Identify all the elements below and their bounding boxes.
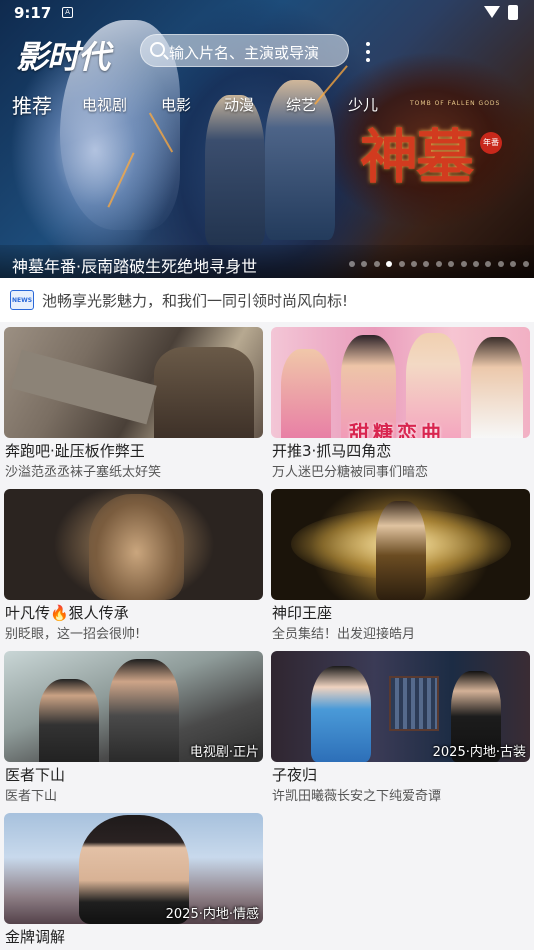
category-tabs: 推荐 电视剧 电影 动漫 综艺 少儿	[0, 90, 534, 120]
video-title: 医者下山	[5, 766, 66, 784]
hero-caption-bar: 神墓年番·辰南踏破生死绝地寻身世	[0, 245, 534, 278]
wifi-icon	[484, 6, 500, 18]
announcement-bar[interactable]: NEWS 池畅享光影魅力，和我们一同引领时尚风向标!	[0, 278, 534, 322]
tab-movies[interactable]: 电影	[161, 94, 191, 115]
carousel-dot[interactable]	[398, 261, 405, 267]
search-input[interactable]: 输入片名、主演或导演	[140, 34, 349, 67]
status-bar: 9:17 A	[0, 0, 534, 26]
thumb-figure	[109, 659, 179, 762]
thumb-figure	[154, 347, 254, 438]
status-time: 9:17	[14, 4, 52, 22]
tab-tv-series[interactable]: 电视剧	[82, 94, 127, 115]
news-icon: NEWS	[10, 290, 34, 310]
app-screen: TOMB OF FALLEN GODS 神墓 年番 9:17 A 影时代 输入片…	[0, 0, 534, 950]
video-card[interactable]: 2025·内地·古装 子夜归 许凯田曦薇长安之下纯爱奇谭	[271, 651, 530, 806]
video-thumbnail[interactable]	[4, 489, 263, 600]
video-thumbnail[interactable]: 2025·内地·情感	[4, 813, 263, 924]
video-title: 神印王座	[272, 604, 333, 622]
tab-recommend[interactable]: 推荐	[12, 90, 52, 119]
tab-kids[interactable]: 少儿	[348, 94, 378, 115]
video-card[interactable]: 2025·内地·情感 金牌调解	[4, 813, 263, 950]
video-subtitle: 医者下山	[5, 789, 58, 804]
thumb-face	[89, 494, 184, 600]
video-card[interactable]: 奔跑吧·趾压板作弊王 沙溢范丞丞袜子塞纸太好笑	[4, 327, 263, 482]
carousel-dot[interactable]	[361, 261, 368, 267]
carousel-dot[interactable]	[448, 261, 455, 267]
hero-banner[interactable]: TOMB OF FALLEN GODS 神墓 年番 9:17 A 影时代 输入片…	[0, 0, 534, 278]
video-title: 叶凡传🔥狠人传承	[5, 604, 129, 622]
announcement-text: 池畅享光影魅力，和我们一同引领时尚风向标!	[42, 292, 349, 310]
video-subtitle: 别眨眼，这一招会很帅!	[5, 627, 141, 642]
search-placeholder: 输入片名、主演或导演	[169, 44, 320, 62]
hero-art-title-text: 神墓	[360, 123, 474, 191]
thumb-figure	[376, 501, 426, 600]
tab-variety[interactable]: 综艺	[286, 94, 316, 115]
carousel-dot[interactable]	[522, 261, 529, 267]
video-title: 开推3·抓马四角恋	[272, 442, 392, 460]
carousel-dot[interactable]	[497, 261, 504, 267]
hero-caption: 神墓年番·辰南踏破生死绝地寻身世	[12, 257, 258, 276]
carousel-dot[interactable]	[435, 261, 442, 267]
carousel-dot[interactable]	[510, 261, 517, 267]
thumb-window	[389, 676, 439, 731]
video-title: 奔跑吧·趾压板作弊王	[5, 442, 145, 460]
hero-art-seal: 年番	[480, 132, 502, 154]
search-icon	[150, 42, 165, 57]
video-thumbnail[interactable]: 电视剧·正片	[4, 651, 263, 762]
video-title: 子夜归	[272, 766, 318, 784]
carousel-dot[interactable]	[386, 261, 393, 267]
carousel-dot[interactable]	[423, 261, 430, 267]
sim-icon: A	[62, 7, 73, 18]
carousel-dot[interactable]	[411, 261, 417, 267]
video-thumbnail[interactable]	[271, 489, 530, 600]
thumb-figure	[471, 337, 523, 438]
battery-icon	[508, 5, 518, 20]
video-card[interactable]: 电视剧·正片 医者下山 医者下山	[4, 651, 263, 806]
thumb-figure	[39, 679, 99, 762]
video-subtitle: 许凯田曦薇长安之下纯爱奇谭	[272, 789, 442, 804]
video-badge: 电视剧·正片	[189, 745, 259, 760]
video-card[interactable]: 甜糖恋曲 开推3·抓马四角恋 万人迷巴分糖被同事们暗恋	[271, 327, 530, 482]
video-badge: 2025·内地·古装	[432, 745, 526, 760]
video-thumbnail[interactable]: 甜糖恋曲	[271, 327, 530, 438]
app-logo: 影时代	[16, 38, 110, 76]
thumb-figure	[281, 349, 331, 438]
video-badge: 2025·内地·情感	[165, 907, 259, 922]
thumb-figure	[311, 666, 371, 762]
thumb-prop	[11, 349, 157, 425]
video-card[interactable]: 叶凡传🔥狠人传承 别眨眼，这一招会很帅!	[4, 489, 263, 644]
video-thumbnail[interactable]	[4, 327, 263, 438]
video-title: 金牌调解	[5, 928, 66, 946]
video-subtitle: 万人迷巴分糖被同事们暗恋	[272, 465, 429, 480]
video-subtitle: 沙溢范丞丞袜子塞纸太好笑	[5, 465, 162, 480]
carousel-dot[interactable]	[485, 261, 492, 267]
carousel-dot[interactable]	[373, 261, 380, 267]
carousel-dot[interactable]	[460, 261, 467, 267]
more-menu-icon[interactable]	[360, 40, 376, 64]
tab-anime[interactable]: 动漫	[224, 94, 254, 115]
carousel-dot[interactable]	[473, 261, 479, 267]
video-subtitle: 全员集结！出发迎接皓月	[272, 627, 416, 642]
news-icon-label: NEWS	[12, 297, 33, 304]
video-card[interactable]: 神印王座 全员集结！出发迎接皓月	[271, 489, 530, 644]
thumb-title-art: 甜糖恋曲	[349, 421, 445, 438]
video-thumbnail[interactable]: 2025·内地·古装	[271, 651, 530, 762]
carousel-dot[interactable]	[349, 261, 355, 267]
